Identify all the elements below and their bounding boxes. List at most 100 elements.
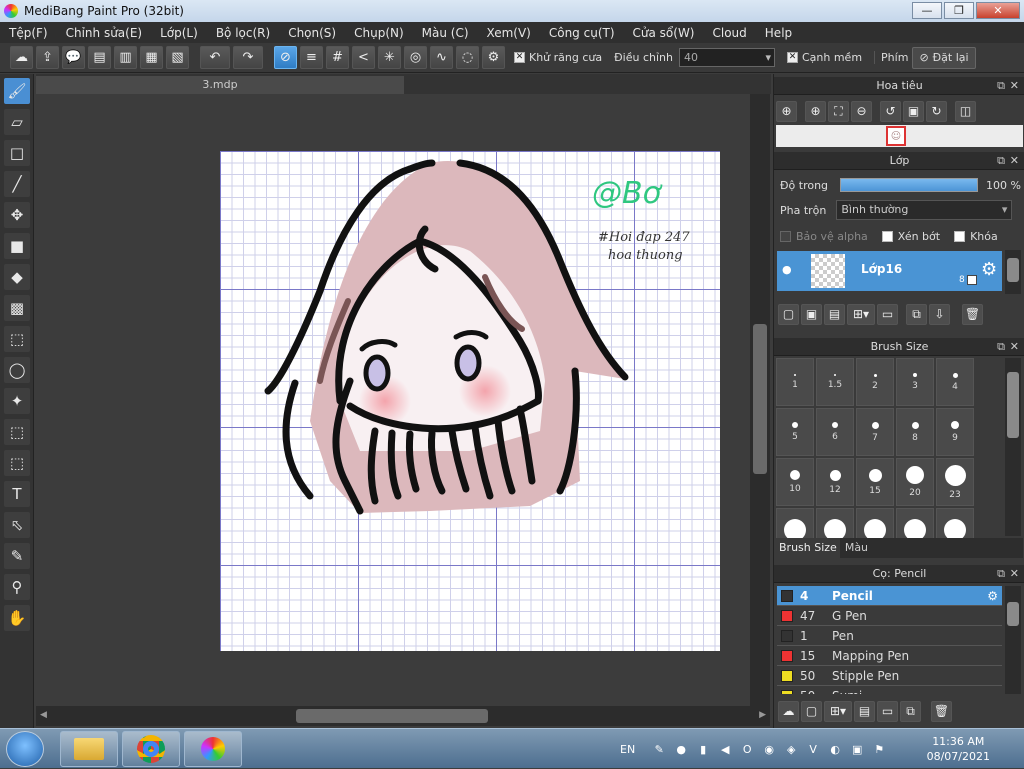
brush-row[interactable]: 50Sumi <box>777 686 1002 694</box>
cloud-download-icon[interactable]: ☁ <box>778 700 799 722</box>
brush-size-cell[interactable]: 20 <box>896 458 934 506</box>
tab-color[interactable]: Màu <box>840 538 873 558</box>
brush-size-cell[interactable] <box>856 508 894 540</box>
menu-snap[interactable]: Chụp(N) <box>345 26 413 40</box>
eraser-tool-icon[interactable]: ▱ <box>4 109 30 135</box>
folder-icon[interactable]: ▭ <box>877 303 898 325</box>
clipping-checkbox[interactable] <box>881 231 893 242</box>
layer-row-selected[interactable]: ● Lớp16 8 ⚙ <box>777 251 1002 291</box>
select-pen-icon[interactable]: ⬚ <box>4 419 30 445</box>
snap-off-icon[interactable]: ⊘ <box>274 46 297 69</box>
lasso-tool-icon[interactable]: ◯ <box>4 357 30 383</box>
brush-size-cell[interactable]: 5 <box>776 408 814 456</box>
brush-size-cell[interactable]: 15 <box>856 458 894 506</box>
new-layer-icon[interactable]: ▢ <box>778 303 799 325</box>
snap-grid-icon[interactable]: # <box>326 46 349 69</box>
cloud-icon[interactable]: ☁ <box>10 46 33 69</box>
brush-size-cell[interactable]: 1.5 <box>816 358 854 406</box>
canvas-area[interactable]: @Bơ #Hoi đạp 247 hoa thuong <box>36 94 750 706</box>
new-brush-icon[interactable]: ▢ <box>801 700 822 722</box>
snap-parallel-icon[interactable]: ≡ <box>300 46 323 69</box>
brush-size-cell[interactable]: 2 <box>856 358 894 406</box>
menu-filter[interactable]: Bộ lọc(R) <box>207 26 279 40</box>
snap-radial-icon[interactable]: ✳ <box>378 46 401 69</box>
brush-size-cell[interactable]: 12 <box>816 458 854 506</box>
rotate-left-icon[interactable]: ↺ <box>880 100 901 122</box>
tray-device-icon[interactable]: ▣ <box>849 741 865 757</box>
opacity-slider[interactable] <box>840 178 979 192</box>
menu-file[interactable]: Tệp(F) <box>0 26 57 40</box>
rect-select-icon[interactable]: ⬚ <box>4 326 30 352</box>
popout-icon[interactable]: ⧉ <box>997 565 1005 583</box>
maximize-button[interactable]: ❐ <box>944 2 974 19</box>
divide-tool-icon[interactable]: ✎ <box>4 543 30 569</box>
speech-bubble-icon[interactable]: 💬 <box>62 46 85 69</box>
gradient-tool-icon[interactable]: ▩ <box>4 295 30 321</box>
add-brush-menu-icon[interactable]: ⊞▾ <box>824 700 852 722</box>
minimize-button[interactable]: — <box>912 2 942 19</box>
menu-color[interactable]: Màu (C) <box>413 26 478 40</box>
tray-zalo-icon[interactable]: ● <box>673 741 689 757</box>
brush-size-cell[interactable]: 8 <box>896 408 934 456</box>
popout-icon[interactable]: ⧉ <box>997 338 1005 356</box>
reset-view-icon[interactable]: ▣ <box>903 100 924 122</box>
page-icon[interactable]: ▥ <box>114 46 137 69</box>
brush-size-cell[interactable]: 6 <box>816 408 854 456</box>
tab-brush-size[interactable]: Brush Size <box>776 538 840 558</box>
zoom-in-icon[interactable]: ⊕ <box>805 100 826 122</box>
snap-ellipse-icon[interactable]: ◌ <box>456 46 479 69</box>
popout-icon[interactable]: ⧉ <box>997 77 1005 95</box>
tab-document[interactable]: 3.mdp <box>36 76 404 94</box>
shape-fill-icon[interactable]: ■ <box>4 233 30 259</box>
rotate-right-icon[interactable]: ↻ <box>926 100 947 122</box>
menu-window[interactable]: Cửa sổ(W) <box>624 26 704 40</box>
brush-size-cell[interactable]: 4 <box>936 358 974 406</box>
tray-opera-icon[interactable]: O <box>739 741 755 757</box>
text-tool-icon[interactable]: T <box>4 481 30 507</box>
start-button[interactable] <box>6 731 44 767</box>
brush-settings-icon[interactable]: ▤ <box>854 700 875 722</box>
delete-layer-icon[interactable]: 🗑 <box>962 303 983 325</box>
line-brush-icon[interactable]: ╱ <box>4 171 30 197</box>
taskbar-chrome[interactable] <box>122 731 180 767</box>
brush-row[interactable]: 47 G Pen <box>777 606 1002 626</box>
share-icon[interactable]: ⇪ <box>36 46 59 69</box>
flip-icon[interactable]: ◫ <box>955 100 976 122</box>
snap-curve-icon[interactable]: ∿ <box>430 46 453 69</box>
eyedropper-icon[interactable]: ⚲ <box>4 574 30 600</box>
brush-row[interactable]: 1 Pen <box>777 626 1002 646</box>
tray-network-icon[interactable]: ▮ <box>695 741 711 757</box>
navigator-preview[interactable]: ☺ <box>776 125 1023 147</box>
clock[interactable]: 11:36 AM 08/07/2021 <box>927 734 990 764</box>
brush-size-cell[interactable]: 23 <box>936 458 974 506</box>
delete-brush-icon[interactable]: 🗑 <box>931 700 952 722</box>
reset-button[interactable]: ⊘ Đặt lại <box>912 46 976 69</box>
panel-close-icon[interactable]: ✕ <box>1010 338 1019 356</box>
brush-row[interactable]: 4 Pencil ⚙ <box>777 586 1002 606</box>
brush-size-cell[interactable]: 1 <box>776 358 814 406</box>
add-layer-menu-icon[interactable]: ⊞▾ <box>847 303 875 325</box>
brush-folder-icon[interactable]: ▭ <box>877 700 898 722</box>
taskbar-explorer[interactable] <box>60 731 118 767</box>
scroll-right-icon[interactable]: ▶ <box>759 710 766 720</box>
soft-edge-checkbox[interactable]: ✕ <box>786 52 798 63</box>
snap-circle-icon[interactable]: ◎ <box>404 46 427 69</box>
brush-tool-icon[interactable]: 🖌 <box>4 78 30 104</box>
visibility-eye-icon[interactable]: ● <box>782 263 792 276</box>
snap-settings-icon[interactable]: ⚙ <box>482 46 505 69</box>
brush-size-cell[interactable] <box>936 508 974 540</box>
duplicate-layer-icon[interactable]: ⧉ <box>906 303 927 325</box>
menu-help[interactable]: Help <box>756 26 801 40</box>
panel-close-icon[interactable]: ✕ <box>1010 565 1019 583</box>
tray-vivaldi-icon[interactable]: V <box>805 741 821 757</box>
duplicate-brush-icon[interactable]: ⧉ <box>900 700 921 722</box>
layer-settings-gear-icon[interactable]: ⚙ <box>981 259 997 280</box>
layer-scrollbar[interactable] <box>1005 250 1021 294</box>
brush-list-scrollbar[interactable] <box>1005 586 1021 694</box>
canvas-paper[interactable]: @Bơ #Hoi đạp 247 hoa thuong <box>220 151 720 651</box>
horizontal-scroll-thumb[interactable] <box>296 709 488 723</box>
fit-view-icon[interactable]: ⛶ <box>828 100 849 122</box>
tray-paint-icon[interactable]: ✎ <box>651 741 667 757</box>
panel-edit-icon[interactable]: ▧ <box>166 46 189 69</box>
bucket-tool-icon[interactable]: ◆ <box>4 264 30 290</box>
